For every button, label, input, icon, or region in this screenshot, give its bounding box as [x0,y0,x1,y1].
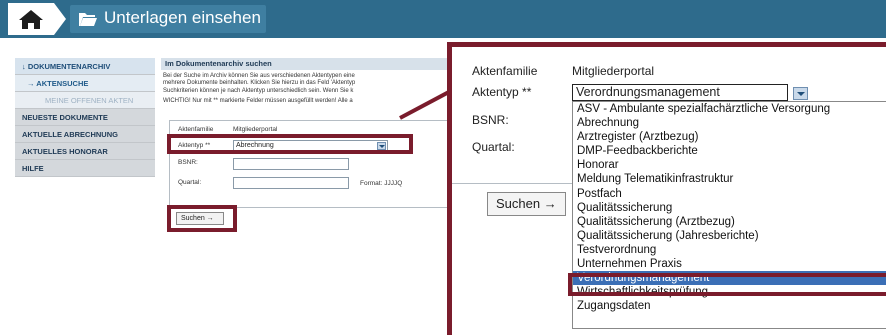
chevron-down-icon[interactable] [793,87,808,100]
format-hint: Format: JJJJQ [360,180,403,187]
home-button[interactable] [8,3,54,35]
highlight-selected-option [568,273,886,296]
zoom-aktentyp-select[interactable]: Verordnungsmanagement [572,84,788,101]
breadcrumb-separator [54,3,66,35]
highlight-aktentyp [167,134,413,154]
dropdown-option[interactable]: Qualitätssicherung (Jahresberichte) [573,229,886,243]
dropdown-option[interactable]: Honorar [573,158,886,172]
header-bar: Unterlagen einsehen [0,0,886,38]
sidebar-item-hilfe[interactable]: HILFE [15,160,155,177]
dropdown-option[interactable]: DMP-Feedbackberichte [573,144,886,158]
warning-text: WICHTIG! Nur mit ** markierte Felder müs… [163,98,353,105]
dropdown-option[interactable]: Postfach [573,187,886,201]
bsnr-input[interactable] [233,158,349,170]
folder-open-icon [79,13,97,26]
dropdown-option[interactable]: ASV - Ambulante spezialfachärztliche Ver… [573,102,886,116]
description-line: mehrere Dokumente beinhalten. Klicken Si… [163,80,356,87]
sidebar-item-neueste-dokumente[interactable]: NEUESTE DOKUMENTE [15,109,155,126]
zoom-aktentyp-label: Aktentyp ** [472,85,532,99]
dropdown-option[interactable]: Zugangsdaten [573,299,886,313]
zoom-bsnr-label: BSNR: [472,113,509,127]
page-title: Unterlagen einsehen [104,8,261,27]
aktenfamilie-label: Aktenfamilie [178,126,214,133]
sidebar-item-dokumentenarchiv[interactable]: ↓ DOKUMENTENARCHIV [15,58,155,75]
section-heading: Im Dokumentenarchiv suchen [161,58,451,70]
search-button[interactable]: Suchen → [487,192,566,216]
dropdown-option[interactable]: Qualitätssicherung [573,201,886,215]
zoom-aktenfamilie-value: Mitgliederportal [572,64,655,78]
description-text: Bei der Suche im Archiv können Sie aus v… [161,70,451,95]
home-icon [19,10,43,29]
dropdown-option[interactable]: Meldung Telematikinfrastruktur [573,172,886,186]
quartal-label: Quartal: [178,179,202,186]
sidebar: ↓ DOKUMENTENARCHIV → AKTENSUCHE MEINE OF… [15,58,155,177]
dropdown-option[interactable]: Qualitätssicherung (Arztbezug) [573,215,886,229]
bsnr-label: BSNR: [178,159,198,166]
search-section: Im Dokumentenarchiv suchen Bei der Suche… [161,58,451,104]
dropdown-option[interactable]: Arztregister (Arztbezug) [573,130,886,144]
highlight-search-button [167,205,237,232]
sidebar-item-aktuelle-abrechnung[interactable]: AKTUELLE ABRECHNUNG [15,126,155,143]
dropdown-option[interactable]: Unternehmen Praxis [573,257,886,271]
zoom-quartal-label: Quartal: [472,140,515,154]
aktenfamilie-value: Mitgliederportal [233,126,278,133]
quartal-input[interactable] [233,177,349,189]
sidebar-item-aktensuche[interactable]: → AKTENSUCHE [15,75,155,92]
zoom-aktenfamilie-label: Aktenfamilie [472,64,538,78]
description-line: Bei der Suche im Archiv können Sie aus v… [163,73,355,79]
form-divider [452,183,572,184]
description-line: Suchkriterien können je nach Aktentyp un… [163,87,354,94]
sidebar-item-meine-offenen-akten[interactable]: MEINE OFFENEN AKTEN [15,92,155,109]
zoom-panel: Aktenfamilie Mitgliederportal Aktentyp *… [447,42,886,335]
dropdown-option[interactable]: Testverordnung [573,243,886,257]
sidebar-item-aktuelles-honorar[interactable]: AKTUELLES HONORAR [15,143,155,160]
dropdown-option[interactable]: Abrechnung [573,116,886,130]
breadcrumb: Unterlagen einsehen [70,5,266,33]
